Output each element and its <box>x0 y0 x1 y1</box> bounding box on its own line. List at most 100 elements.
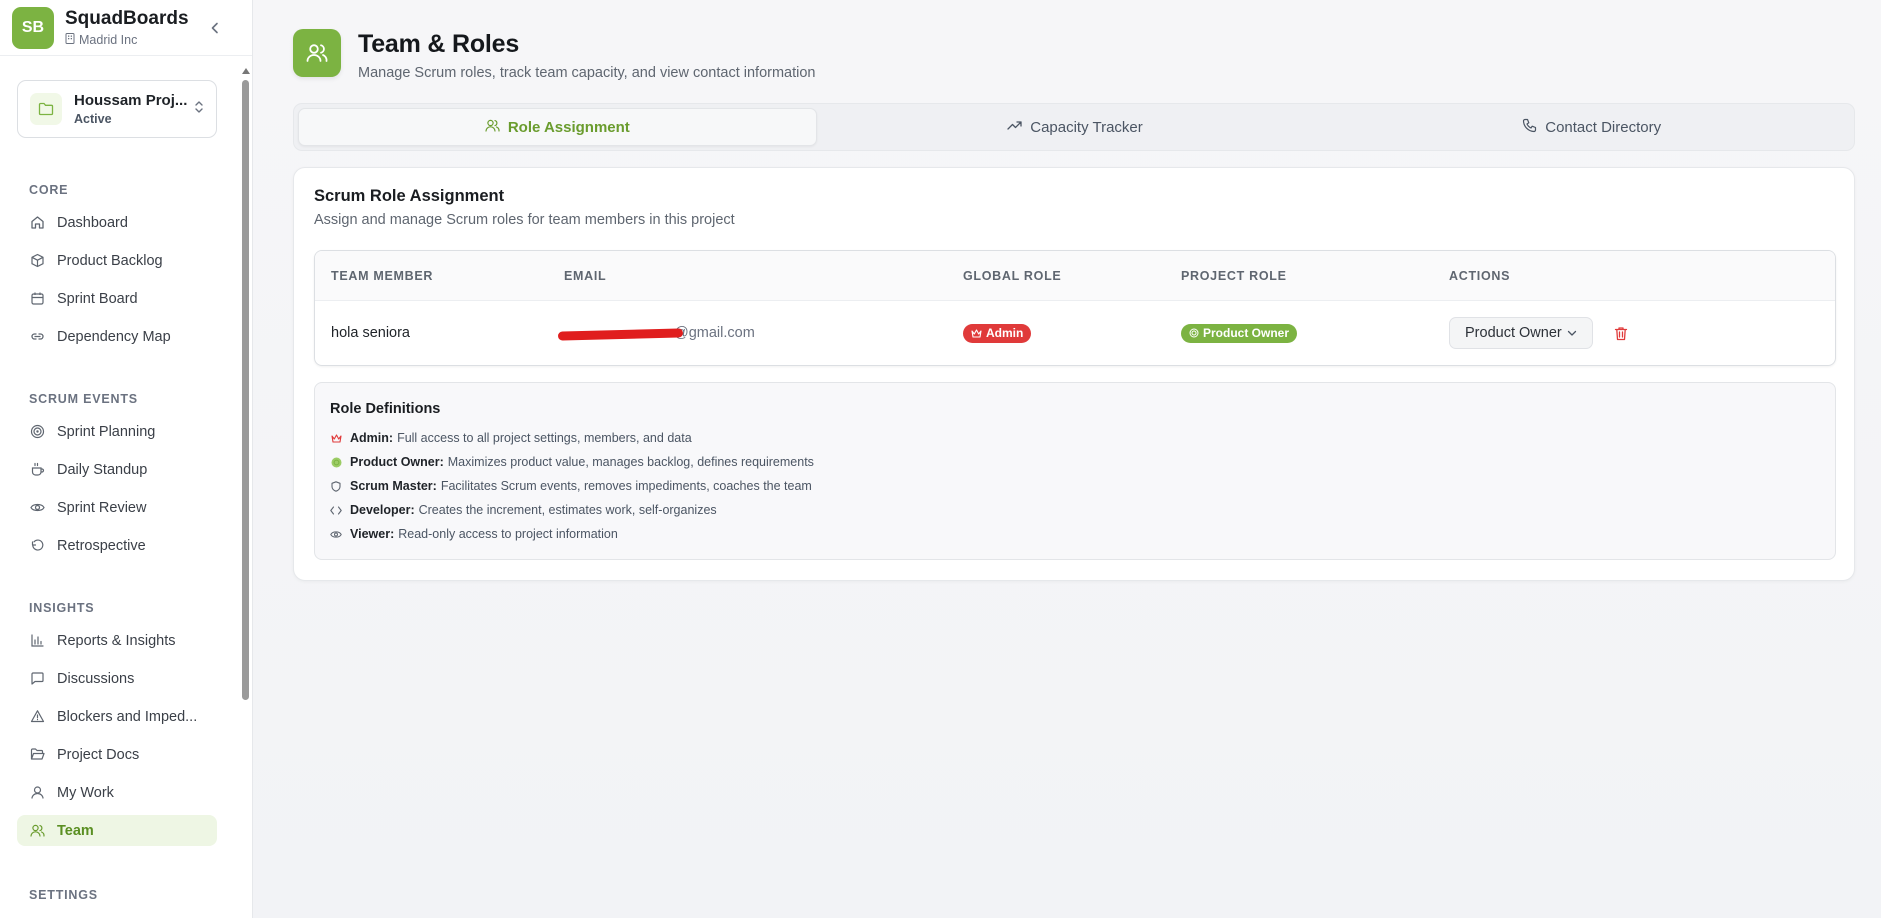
project-status: Active <box>74 112 112 126</box>
nav-section-core: CORE Dashboard Product Backlog Sprint Bo… <box>17 180 217 352</box>
email-redaction-mark <box>557 328 684 341</box>
message-square-icon <box>29 671 45 687</box>
tab-capacity-tracker[interactable]: Capacity Tracker <box>817 108 1334 146</box>
target-icon <box>330 456 342 468</box>
global-role-cell: Admin <box>963 301 1032 365</box>
sidebar-scrollbar[interactable] <box>241 66 250 918</box>
role-definition-developer: Developer: Creates the increment, estima… <box>330 503 717 517</box>
users-icon <box>485 118 500 137</box>
nav-heading-scrum-events: SCRUM EVENTS <box>29 392 138 406</box>
sidebar-item-daily-standup[interactable]: Daily Standup <box>17 454 217 485</box>
scroll-up-arrow[interactable] <box>241 66 250 76</box>
nav-section-settings: SETTINGS <box>17 885 217 905</box>
target-icon <box>1189 328 1199 338</box>
tab-bar: Role Assignment Capacity Tracker Contact… <box>293 103 1855 151</box>
column-header-global-role: GLOBAL ROLE <box>963 269 1062 283</box>
global-role-badge: Admin <box>963 323 1032 343</box>
folder-open-icon <box>29 747 45 763</box>
link-icon <box>29 329 45 345</box>
actions-cell: Product Owner <box>1449 301 1632 365</box>
member-name: hola seniora <box>331 325 410 341</box>
page-subtitle: Manage Scrum roles, track team capacity,… <box>358 65 816 81</box>
sidebar-item-discussions[interactable]: Discussions <box>17 663 217 694</box>
brand-logo: SB <box>12 6 54 49</box>
sidebar-item-blockers[interactable]: Blockers and Imped... <box>17 701 217 732</box>
tab-contact-directory[interactable]: Contact Directory <box>1333 108 1850 146</box>
rotate-ccw-icon <box>29 538 45 554</box>
org-name: Madrid Inc <box>65 33 189 47</box>
trash-icon <box>1614 326 1627 340</box>
role-table: TEAM MEMBER EMAIL GLOBAL ROLE PROJECT RO… <box>314 250 1836 366</box>
package-icon <box>29 253 45 269</box>
crown-icon <box>971 328 982 338</box>
sidebar-item-product-backlog[interactable]: Product Backlog <box>17 245 217 276</box>
sidebar-item-retrospective[interactable]: Retrospective <box>17 530 217 561</box>
remove-member-button[interactable] <box>1610 322 1632 344</box>
role-definition-product-owner: Product Owner: Maximizes product value, … <box>330 455 814 469</box>
project-switcher[interactable]: Houssam Proj... Active <box>17 80 217 138</box>
bar-chart-icon <box>29 633 45 649</box>
sidebar-item-dashboard[interactable]: Dashboard <box>17 207 217 238</box>
project-role-badge: Product Owner <box>1181 323 1298 343</box>
sidebar-item-team[interactable]: Team <box>17 815 217 846</box>
nav-section-scrum-events: SCRUM EVENTS Sprint Planning Daily Stand… <box>17 389 217 561</box>
collapse-sidebar-button[interactable] <box>204 17 226 39</box>
card-description: Assign and manage Scrum roles for team m… <box>314 212 735 228</box>
role-definition-scrum-master: Scrum Master: Facilitates Scrum events, … <box>330 479 812 493</box>
project-role-cell: Product Owner <box>1181 301 1298 365</box>
coffee-icon <box>29 462 45 478</box>
chevrons-up-down-icon <box>194 100 204 119</box>
project-name: Houssam Proj... <box>74 92 188 109</box>
role-definition-admin: Admin: Full access to all project settin… <box>330 431 692 445</box>
page-header: Team & Roles Manage Scrum roles, track t… <box>293 29 816 81</box>
calendar-icon <box>29 291 45 307</box>
project-role-select[interactable]: Product Owner <box>1449 317 1593 349</box>
target-icon <box>29 424 45 440</box>
nav-section-insights: INSIGHTS Reports & Insights Discussions … <box>17 598 217 846</box>
eye-icon <box>330 528 342 540</box>
tab-role-assignment[interactable]: Role Assignment <box>298 108 817 146</box>
sidebar-item-dependency-map[interactable]: Dependency Map <box>17 321 217 352</box>
sidebar-item-project-docs[interactable]: Project Docs <box>17 739 217 770</box>
nav-heading-core: CORE <box>29 183 69 197</box>
building-icon <box>65 33 75 47</box>
scroll-thumb[interactable] <box>242 80 249 700</box>
column-header-email: EMAIL <box>564 269 607 283</box>
sidebar-item-my-work[interactable]: My Work <box>17 777 217 808</box>
role-definitions-title: Role Definitions <box>330 401 441 417</box>
role-definitions-panel: Role Definitions Admin: Full access to a… <box>314 382 1836 560</box>
table-row: hola seniora @gmail.com Admin Product Ow <box>315 301 1835 365</box>
code-icon <box>330 504 342 516</box>
table-header: TEAM MEMBER EMAIL GLOBAL ROLE PROJECT RO… <box>315 251 1835 301</box>
brand-name: SquadBoards <box>65 8 189 29</box>
column-header-team-member: TEAM MEMBER <box>331 269 434 283</box>
home-icon <box>29 215 45 231</box>
main-content: Team & Roles Manage Scrum roles, track t… <box>253 0 1881 918</box>
sidebar-item-sprint-planning[interactable]: Sprint Planning <box>17 416 217 447</box>
crown-icon <box>330 432 342 444</box>
users-icon <box>29 823 45 839</box>
role-assignment-card: Scrum Role Assignment Assign and manage … <box>293 167 1855 581</box>
eye-icon <box>29 500 45 516</box>
sidebar: SB SquadBoards Madrid Inc Houssam Proj..… <box>0 0 253 918</box>
user-icon <box>29 785 45 801</box>
card-title: Scrum Role Assignment <box>314 187 505 205</box>
chevron-down-icon <box>1567 330 1576 336</box>
users-icon <box>293 29 341 77</box>
role-definition-viewer: Viewer: Read-only access to project info… <box>330 527 618 541</box>
nav-heading-insights: INSIGHTS <box>29 601 95 615</box>
phone-icon <box>1522 118 1537 137</box>
sidebar-item-sprint-review[interactable]: Sprint Review <box>17 492 217 523</box>
alert-triangle-icon <box>29 709 45 725</box>
nav-heading-settings: SETTINGS <box>29 888 98 902</box>
sidebar-item-reports-insights[interactable]: Reports & Insights <box>17 625 217 656</box>
folder-icon <box>30 93 62 125</box>
sidebar-item-sprint-board[interactable]: Sprint Board <box>17 283 217 314</box>
column-header-actions: ACTIONS <box>1449 269 1511 283</box>
brand-header: SB SquadBoards Madrid Inc <box>0 0 252 56</box>
trending-up-icon <box>1007 118 1022 137</box>
page-title: Team & Roles <box>358 30 520 58</box>
shield-icon <box>330 480 342 492</box>
chevron-left-icon <box>211 22 218 34</box>
column-header-project-role: PROJECT ROLE <box>1181 269 1287 283</box>
